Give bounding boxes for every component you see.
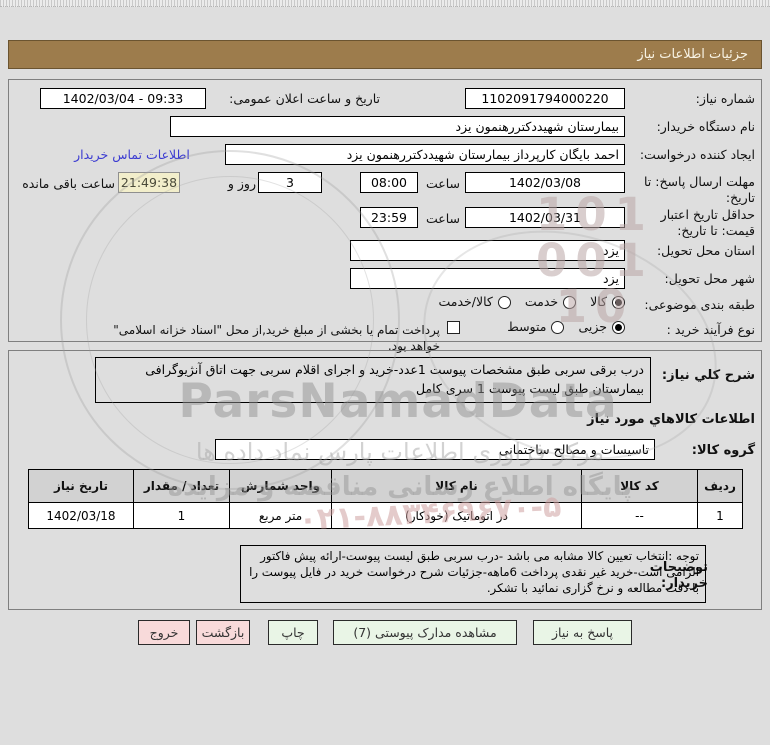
- header-goods-name: نام کالا: [331, 469, 582, 503]
- radio-goods-icon[interactable]: [612, 295, 625, 309]
- reply-deadline-time-field[interactable]: 08:00: [360, 172, 418, 193]
- subject-class-radiogroup: کالا خدمت کالا/خدمت: [385, 294, 625, 310]
- process-type-radiogroup: جزیی متوسط: [475, 319, 625, 335]
- header-row-number: ردیف: [697, 469, 743, 503]
- radio-minor[interactable]: جزیی: [578, 319, 625, 335]
- radio-medium-label: متوسط: [507, 319, 547, 334]
- need-details-page: جزئیات اطلاعات نیاز شماره نیاز: 11020917…: [0, 0, 770, 745]
- price-validity-hour-label: ساعت: [425, 211, 460, 226]
- back-button[interactable]: بازگشت: [196, 620, 250, 645]
- cell-quantity: 1: [133, 502, 230, 529]
- announce-datetime-field[interactable]: 1402/03/04 - 09:33: [40, 88, 206, 109]
- need-number-field[interactable]: 1102091794000220: [465, 88, 625, 109]
- buyer-org-field[interactable]: بیمارستان شهیددکتررهنمون یزد: [170, 116, 625, 137]
- goods-table-row: 1 -- در اتوماتیک (خودکار) متر مربع 1 140…: [28, 502, 743, 529]
- print-button[interactable]: چاپ: [268, 620, 318, 645]
- cell-goods-name: در اتوماتیک (خودکار): [331, 502, 582, 529]
- reply-deadline-label: مهلت ارسال پاسخ: تا تاریخ:: [644, 174, 755, 205]
- header-goods-code: کد کالا: [581, 469, 698, 503]
- radio-goods-service-icon[interactable]: [497, 295, 511, 309]
- respond-to-need-button[interactable]: پاسخ به نیاز: [533, 620, 632, 645]
- radio-goods-service-label: کالا/خدمت: [438, 294, 493, 309]
- buyer-notes-box[interactable]: توجه :انتخاب تعیین کالا مشابه می باشد -د…: [240, 545, 706, 603]
- radio-goods-service[interactable]: کالا/خدمت: [438, 294, 511, 310]
- radio-goods[interactable]: کالا: [590, 294, 625, 310]
- treasury-checkbox[interactable]: [447, 321, 460, 334]
- delivery-city-label: شهر محل تحویل:: [664, 271, 755, 286]
- view-attachments-button[interactable]: مشاهده مدارک پیوستی (7): [333, 620, 517, 645]
- delivery-city-field[interactable]: یزد: [350, 268, 625, 289]
- radio-service[interactable]: خدمت: [524, 294, 577, 310]
- goods-group-field[interactable]: تاسیسات و مصالح ساختمانی: [215, 439, 655, 460]
- radio-goods-label: کالا: [590, 294, 607, 309]
- process-type-label: نوع فرآیند خرید :: [666, 322, 755, 337]
- radio-minor-icon[interactable]: [612, 320, 625, 334]
- cell-goods-code: --: [581, 502, 698, 529]
- cell-row-number: 1: [697, 502, 743, 529]
- days-and-label: روز و: [227, 176, 256, 191]
- header-need-date: تاریخ نیاز: [28, 469, 134, 503]
- cell-unit: متر مربع: [229, 502, 332, 529]
- price-validity-time-field[interactable]: 23:59: [360, 207, 418, 228]
- need-description-label: شرح کلي نیاز:: [661, 368, 755, 383]
- delivery-province-field[interactable]: یزد: [350, 240, 625, 261]
- goods-table-header-row: ردیف کد کالا نام کالا واحد شمارش تعداد /…: [28, 469, 743, 503]
- price-validity-date-field[interactable]: 1402/03/31: [465, 207, 625, 228]
- reply-deadline-days-field[interactable]: 3: [258, 172, 322, 193]
- radio-service-label: خدمت: [524, 294, 559, 309]
- page-title: جزئیات اطلاعات نیاز: [8, 40, 762, 69]
- reply-deadline-date-field[interactable]: 1402/03/08: [465, 172, 625, 193]
- header-quantity: تعداد / مقدار: [133, 469, 230, 503]
- radio-medium-icon[interactable]: [551, 320, 565, 334]
- goods-info-heading: اطلاعات کالاهاي مورد نیاز: [587, 412, 755, 427]
- subject-class-label: طبقه بندی موضوعی:: [644, 297, 755, 312]
- price-validity-label: حداقل تاریخ اعتبار قیمت: تا تاریخ:: [660, 207, 755, 238]
- need-description-box[interactable]: درب برقی سربی طبق مشخصات پیوست 1عدد-خرید…: [95, 357, 651, 403]
- radio-minor-label: جزیی: [578, 319, 607, 334]
- radio-service-icon[interactable]: [563, 295, 577, 309]
- buyer-org-label: نام دستگاه خریدار:: [656, 119, 755, 134]
- goods-table: ردیف کد کالا نام کالا واحد شمارش تعداد /…: [28, 469, 743, 529]
- need-number-label: شماره نیاز:: [695, 91, 755, 106]
- header-unit: واحد شمارش: [229, 469, 332, 503]
- hours-remaining-label: ساعت باقی مانده: [22, 176, 115, 191]
- buyer-contact-link[interactable]: اطلاعات تماس خریدار: [58, 147, 206, 162]
- reply-deadline-hour-label: ساعت: [425, 176, 460, 191]
- cell-need-date: 1402/03/18: [28, 502, 134, 529]
- countdown-timer: 21:49:38: [118, 172, 180, 193]
- announce-datetime-label: تاریخ و ساعت اعلان عمومی:: [229, 91, 380, 106]
- top-texture-strip: [0, 0, 770, 7]
- exit-button[interactable]: خروج: [138, 620, 190, 645]
- request-creator-field[interactable]: احمد بایگان کارپرداز بیمارستان شهیددکترر…: [225, 144, 625, 165]
- goods-group-label: گروه کالا:: [691, 443, 755, 458]
- delivery-province-label: استان محل تحویل:: [656, 243, 755, 258]
- radio-medium[interactable]: متوسط: [507, 319, 565, 335]
- request-creator-label: ایجاد کننده درخواست:: [639, 147, 755, 162]
